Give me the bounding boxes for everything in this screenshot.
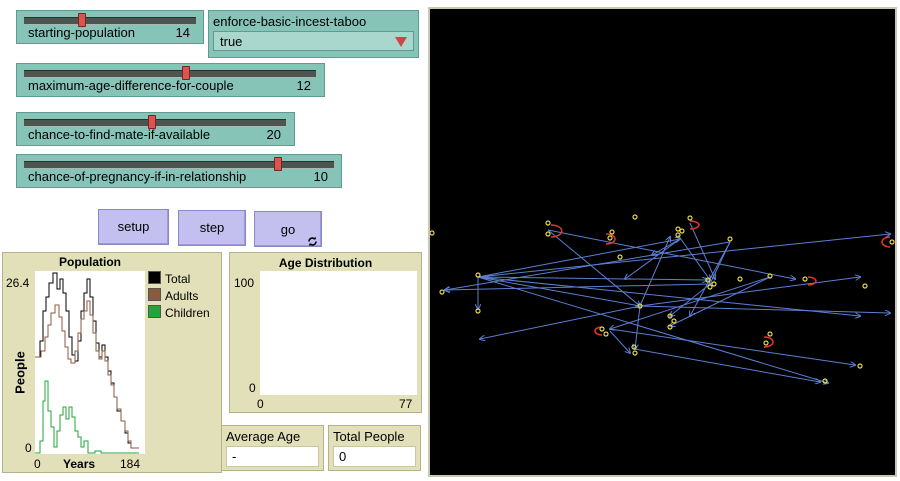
monitor-label: Average Age <box>226 429 301 444</box>
slider-track[interactable] <box>24 161 334 169</box>
legend-item: Total <box>148 271 210 288</box>
slider-value: 10 <box>313 169 328 184</box>
legend: Total Adults Children <box>148 271 210 322</box>
age-plot-title: Age Distribution <box>278 256 373 270</box>
link-network <box>445 222 890 383</box>
y-min-label: 0 <box>25 441 32 455</box>
forever-icon <box>307 225 318 247</box>
y-max-label: 100 <box>234 276 255 290</box>
setup-button-label: setup <box>117 219 150 234</box>
go-button-label: go <box>280 222 296 237</box>
slider-label: maximum-age-difference-for-couple <box>28 78 234 93</box>
slider-label: chance-to-find-mate-if-available <box>28 127 211 142</box>
monitor-value: - <box>226 446 319 467</box>
chooser-dropdown[interactable]: true <box>213 31 414 51</box>
legend-swatch <box>148 305 161 318</box>
x-max-label: 184 <box>120 457 141 471</box>
monitor-label: Total People <box>333 429 405 444</box>
x-axis-label: Years <box>63 457 96 471</box>
age-plot-area <box>260 271 417 395</box>
world-view[interactable] <box>428 7 897 477</box>
monitor-value: 0 <box>333 446 416 467</box>
average-age-monitor: Average Age - <box>221 425 324 471</box>
slider-chance-to-find-mate-if-available[interactable]: chance-to-find-mate-if-available 20 <box>16 112 295 146</box>
slider-value: 12 <box>296 78 311 93</box>
step-button-label: step <box>199 220 225 235</box>
chooser-enforce-basic-incest-taboo[interactable]: enforce-basic-incest-taboo true <box>208 10 419 58</box>
slider-label: chance-of-pregnancy-if-in-relationship <box>28 169 247 184</box>
self-link-markers <box>550 220 891 348</box>
dropdown-arrow-icon[interactable] <box>395 37 407 47</box>
setup-button[interactable]: setup <box>98 209 169 245</box>
y-max-label: 26.4 <box>6 276 30 290</box>
go-button[interactable]: go <box>254 211 322 247</box>
slider-track[interactable] <box>24 70 316 78</box>
population-plot-area <box>35 271 145 454</box>
x-max-label: 77 <box>399 397 413 411</box>
legend-swatch <box>148 271 161 284</box>
slider-value: 14 <box>175 25 190 40</box>
slider-label: starting-population <box>28 25 135 40</box>
population-plot: Population 26.4 0 People 0 Years 184 Tot… <box>2 252 222 473</box>
legend-item: Children <box>148 305 210 322</box>
y-axis-label: People <box>12 351 28 394</box>
slider-handle[interactable] <box>274 157 282 171</box>
y-min-label: 0 <box>249 381 256 395</box>
chooser-value: true <box>220 34 243 49</box>
slider-starting-population[interactable]: starting-population 14 <box>16 10 204 44</box>
series-children <box>35 380 139 454</box>
legend-label: Children <box>165 306 210 320</box>
slider-value: 20 <box>266 127 281 142</box>
legend-item: Adults <box>148 288 210 305</box>
legend-swatch <box>148 288 161 301</box>
population-plot-svg <box>35 272 139 454</box>
world-view-canvas <box>429 214 895 475</box>
x-min-label: 0 <box>257 397 264 411</box>
step-button[interactable]: step <box>178 210 246 246</box>
age-distribution-plot: Age Distribution 100 0 0 77 <box>229 252 422 413</box>
slider-maximum-age-difference-for-couple[interactable]: maximum-age-difference-for-couple 12 <box>16 63 325 97</box>
chooser-label: enforce-basic-incest-taboo <box>213 14 367 29</box>
total-people-monitor: Total People 0 <box>328 425 421 471</box>
legend-label: Total <box>165 272 191 286</box>
slider-chance-of-pregnancy-if-in-relationship[interactable]: chance-of-pregnancy-if-in-relationship 1… <box>16 154 342 188</box>
legend-label: Adults <box>165 289 199 303</box>
population-plot-title: Population <box>59 255 121 269</box>
agent-markers <box>429 214 895 384</box>
slider-track[interactable] <box>24 17 196 25</box>
x-min-label: 0 <box>34 457 41 471</box>
